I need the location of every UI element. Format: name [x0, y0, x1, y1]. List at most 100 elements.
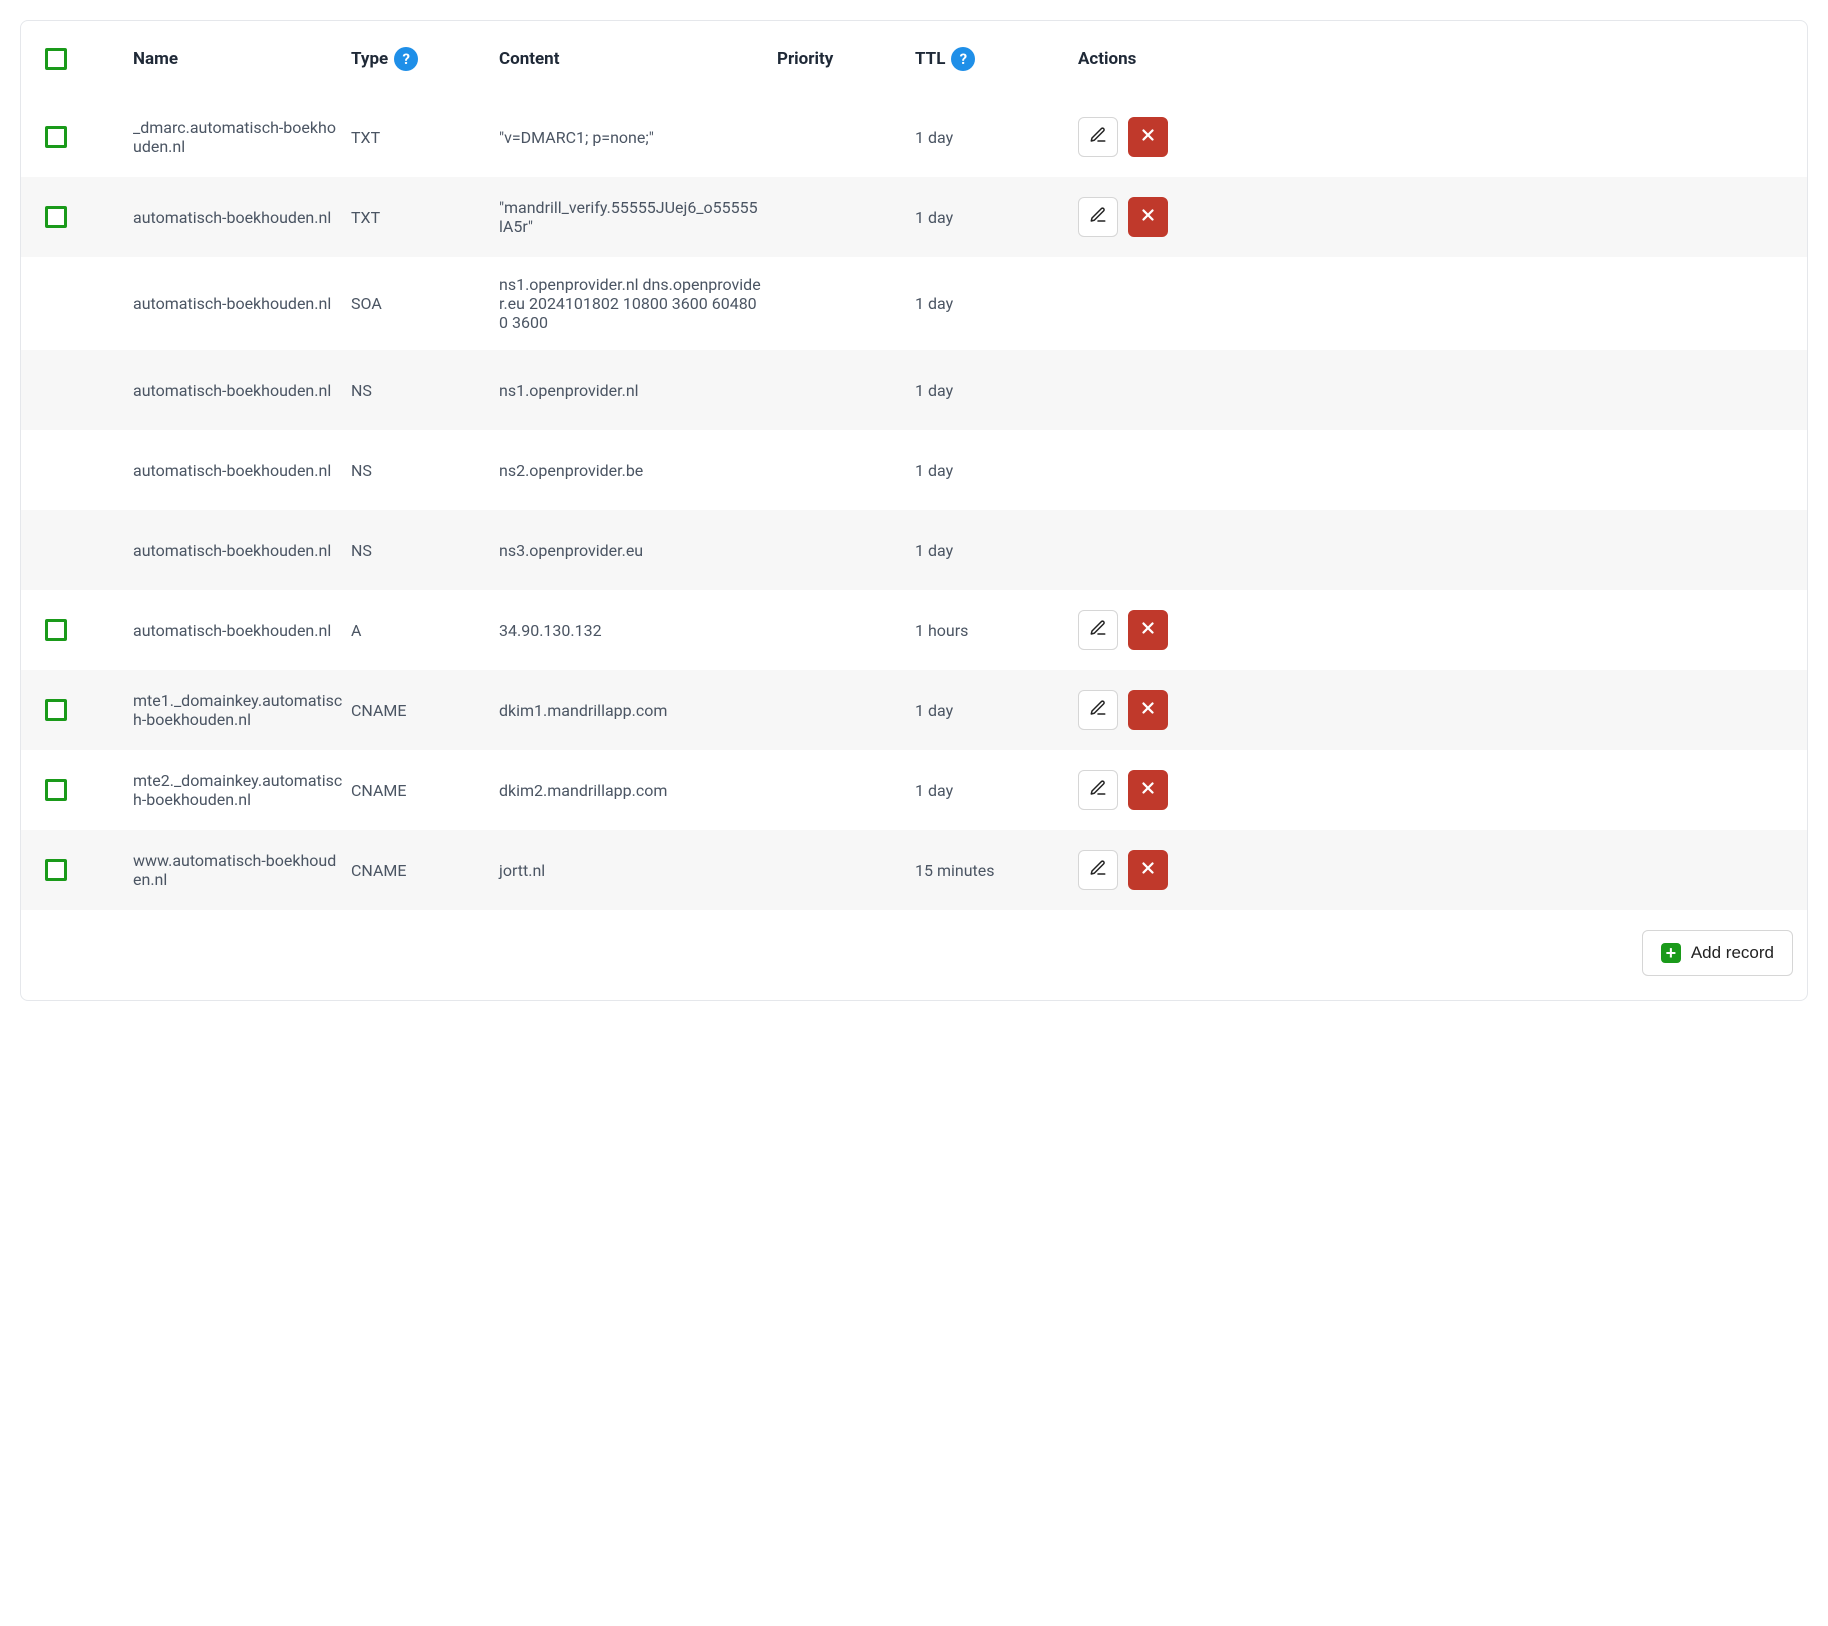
header-checkbox-cell [35, 48, 125, 70]
table-row: automatisch-boekhouden.nlTXT"mandrill_ve… [21, 177, 1807, 257]
delete-button[interactable] [1128, 690, 1168, 730]
row-actions [1078, 197, 1793, 237]
edit-button[interactable] [1078, 770, 1118, 810]
row-content: "mandrill_verify.55555JUej6_o55555lA5r" [499, 198, 769, 236]
delete-button[interactable] [1128, 610, 1168, 650]
row-checkbox-cell [35, 779, 125, 801]
table-row: mte1._domainkey.automatisch-boekhouden.n… [21, 670, 1807, 750]
help-icon[interactable]: ? [951, 47, 975, 71]
header-name: Name [133, 49, 343, 69]
row-content: ns1.openprovider.nl [499, 381, 769, 400]
table-row: mte2._domainkey.automatisch-boekhouden.n… [21, 750, 1807, 830]
add-record-label: Add record [1691, 943, 1774, 963]
edit-button[interactable] [1078, 850, 1118, 890]
dns-records-table: Name Type ? Content Priority TTL ? Actio… [21, 21, 1807, 910]
row-name: _dmarc.automatisch-boekhouden.nl [133, 118, 343, 156]
table-row: automatisch-boekhouden.nlA34.90.130.1321… [21, 590, 1807, 670]
delete-button[interactable] [1128, 770, 1168, 810]
pencil-icon [1089, 126, 1107, 149]
row-content: "v=DMARC1; p=none;" [499, 128, 769, 147]
row-ttl: 15 minutes [915, 861, 1070, 880]
edit-button[interactable] [1078, 117, 1118, 157]
select-all-checkbox[interactable] [45, 48, 67, 70]
close-icon [1139, 779, 1157, 802]
row-select-checkbox[interactable] [45, 126, 67, 148]
row-content: jortt.nl [499, 861, 769, 880]
row-name: automatisch-boekhouden.nl [133, 541, 343, 560]
row-content: dkim1.mandrillapp.com [499, 701, 769, 720]
row-ttl: 1 day [915, 128, 1070, 147]
row-checkbox-cell [35, 699, 125, 721]
row-name: automatisch-boekhouden.nl [133, 294, 343, 313]
row-type: NS [351, 381, 491, 400]
row-checkbox-cell [35, 206, 125, 228]
table-row: www.automatisch-boekhouden.nlCNAMEjortt.… [21, 830, 1807, 910]
row-select-checkbox[interactable] [45, 779, 67, 801]
row-checkbox-cell [35, 619, 125, 641]
row-content: dkim2.mandrillapp.com [499, 781, 769, 800]
row-actions [1078, 690, 1793, 730]
table-row: automatisch-boekhouden.nl NS ns2.openprovi… [21, 430, 1807, 510]
row-type: NS [351, 541, 491, 560]
row-actions [1078, 610, 1793, 650]
row-name: automatisch-boekhouden.nl [133, 208, 343, 227]
help-icon[interactable]: ? [394, 47, 418, 71]
table-header-row: Name Type ? Content Priority TTL ? Actio… [21, 21, 1807, 97]
edit-button[interactable] [1078, 690, 1118, 730]
row-content: ns3.openprovider.eu [499, 541, 769, 560]
close-icon [1139, 206, 1157, 229]
row-actions [1078, 770, 1793, 810]
close-icon [1139, 126, 1157, 149]
row-name: automatisch-boekhouden.nl [133, 621, 343, 640]
header-type: Type ? [351, 47, 491, 71]
row-ttl: 1 day [915, 381, 1070, 400]
header-priority: Priority [777, 49, 907, 69]
pencil-icon [1089, 779, 1107, 802]
delete-button[interactable] [1128, 850, 1168, 890]
delete-button[interactable] [1128, 117, 1168, 157]
row-name: automatisch-boekhouden.nl [133, 381, 343, 400]
row-select-checkbox[interactable] [45, 859, 67, 881]
row-actions [1078, 850, 1793, 890]
row-ttl: 1 day [915, 461, 1070, 480]
panel-footer: + Add record [21, 910, 1807, 1000]
row-select-checkbox[interactable] [45, 619, 67, 641]
row-type: CNAME [351, 861, 491, 880]
row-select-checkbox[interactable] [45, 206, 67, 228]
row-content: ns2.openprovider.be [499, 461, 769, 480]
header-content: Content [499, 49, 769, 69]
dns-records-panel: Name Type ? Content Priority TTL ? Actio… [20, 20, 1808, 1001]
header-type-label: Type [351, 49, 388, 69]
header-ttl: TTL ? [915, 47, 1070, 71]
row-type: A [351, 621, 491, 640]
pencil-icon [1089, 619, 1107, 642]
delete-button[interactable] [1128, 197, 1168, 237]
row-ttl: 1 day [915, 781, 1070, 800]
header-actions: Actions [1078, 49, 1793, 69]
header-ttl-label: TTL [915, 49, 945, 69]
row-name: automatisch-boekhouden.nl [133, 461, 343, 480]
row-ttl: 1 day [915, 208, 1070, 227]
row-checkbox-cell [35, 859, 125, 881]
close-icon [1139, 619, 1157, 642]
row-type: TXT [351, 128, 491, 147]
edit-button[interactable] [1078, 197, 1118, 237]
table-row: automatisch-boekhouden.nl NS ns1.openprovi… [21, 350, 1807, 430]
add-record-button[interactable]: + Add record [1642, 930, 1793, 976]
row-actions [1078, 117, 1793, 157]
row-select-checkbox[interactable] [45, 699, 67, 721]
row-name: mte2._domainkey.automatisch-boekhouden.n… [133, 771, 343, 809]
row-type: CNAME [351, 701, 491, 720]
table-row: automatisch-boekhouden.nl NS ns3.openprovi… [21, 510, 1807, 590]
pencil-icon [1089, 699, 1107, 722]
plus-icon: + [1661, 943, 1681, 963]
row-content: ns1.openprovider.nl dns.openprovider.eu … [499, 275, 769, 332]
row-content: 34.90.130.132 [499, 621, 769, 640]
row-type: NS [351, 461, 491, 480]
row-type: CNAME [351, 781, 491, 800]
close-icon [1139, 699, 1157, 722]
close-icon [1139, 859, 1157, 882]
row-type: SOA [351, 294, 491, 313]
edit-button[interactable] [1078, 610, 1118, 650]
row-name: mte1._domainkey.automatisch-boekhouden.n… [133, 691, 343, 729]
